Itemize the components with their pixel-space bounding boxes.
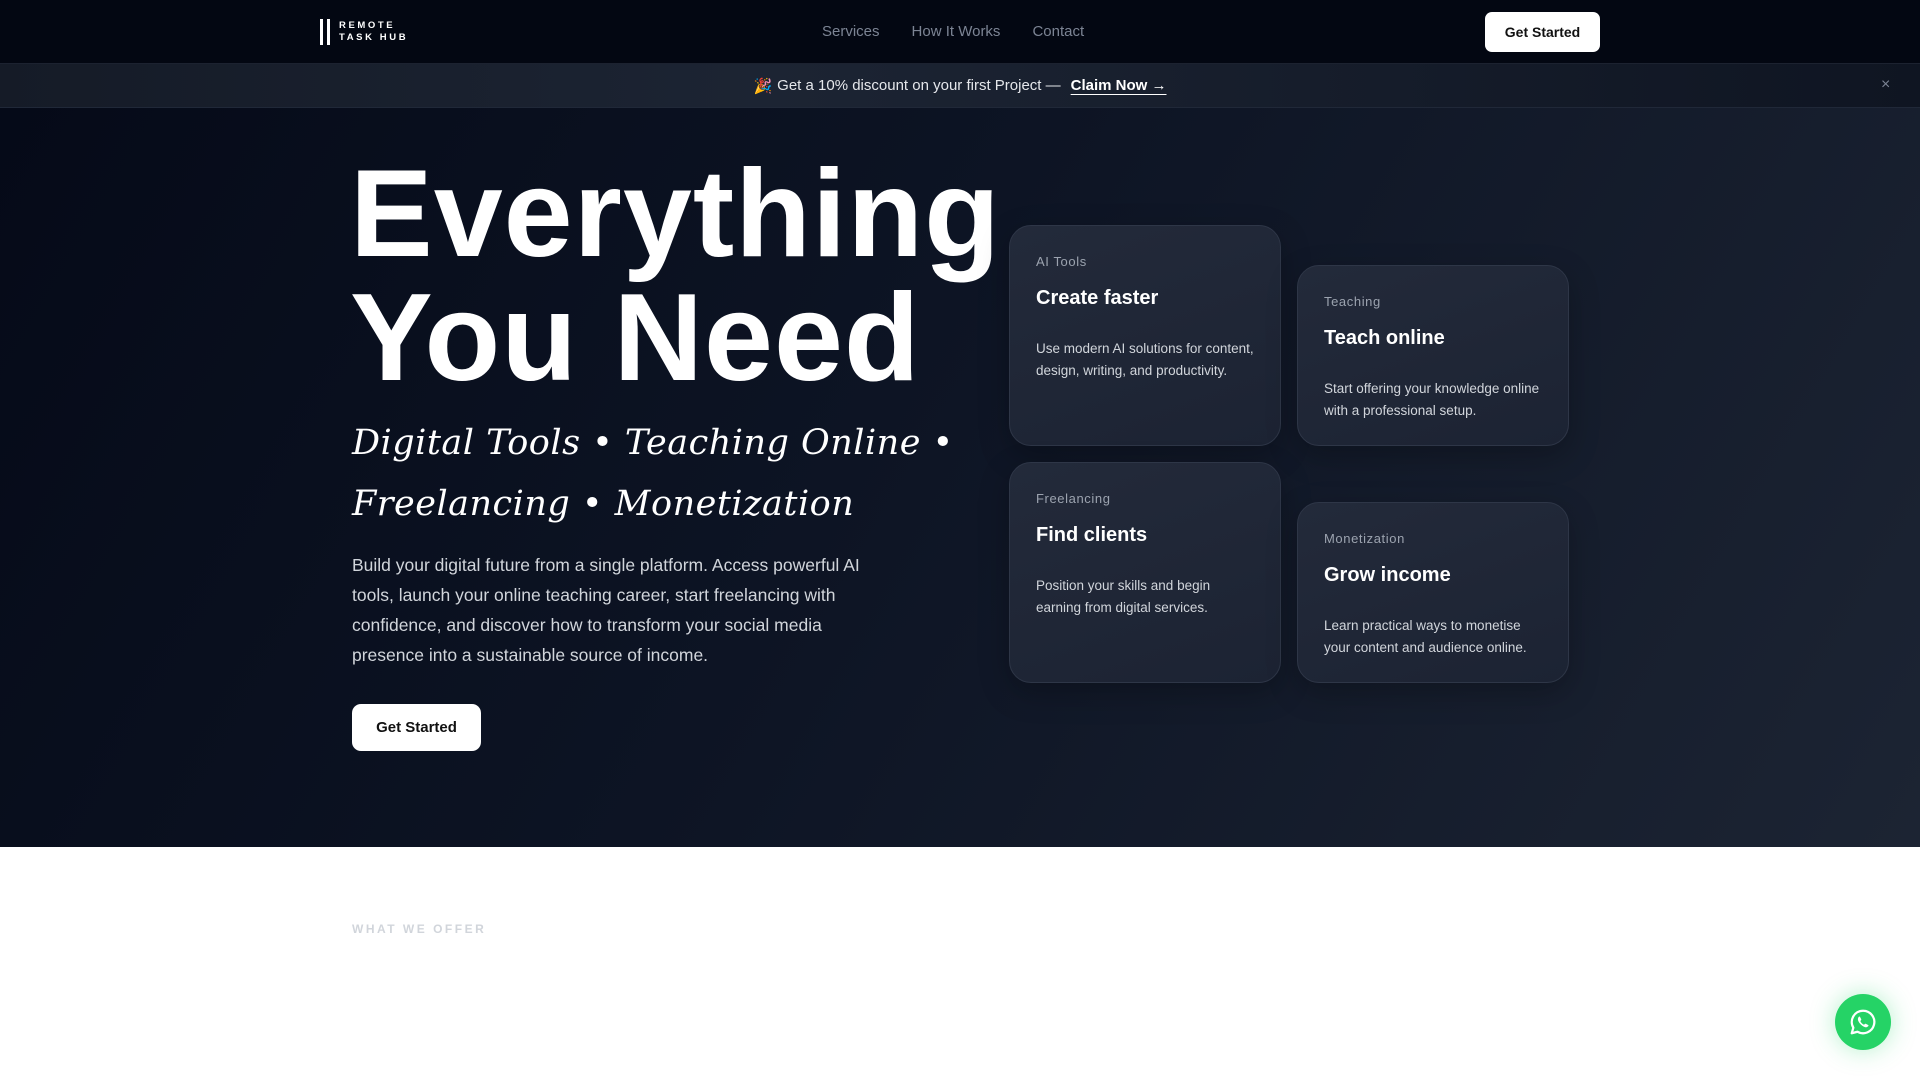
- party-icon: 🎉: [753, 77, 773, 95]
- promo-text: Get a 10% discount on your first Project…: [777, 77, 1061, 94]
- card-description: Position your skills and begin earning f…: [1036, 578, 1211, 615]
- card-category: Teaching: [1324, 294, 1381, 309]
- claim-now-link[interactable]: Claim Now →: [1071, 77, 1167, 94]
- card-description: Learn practical ways to monetise your co…: [1324, 618, 1527, 655]
- card-freelancing[interactable]: Freelancing Find clients Position your s…: [1009, 462, 1281, 683]
- card-title: Create faster: [1036, 287, 1159, 309]
- nav-link-services[interactable]: Services: [822, 23, 880, 40]
- nav-get-started-button[interactable]: Get Started: [1485, 12, 1600, 52]
- whatsapp-button[interactable]: [1835, 994, 1891, 1050]
- card-monetization[interactable]: Monetization Grow income Learn practical…: [1297, 502, 1569, 683]
- hero-title-line-2: You Need: [350, 269, 921, 407]
- card-description: Use modern AI solutions for content, des…: [1036, 341, 1254, 378]
- card-teaching[interactable]: Teaching Teach online Start offering you…: [1297, 265, 1569, 446]
- top-nav: REMOTE TASK HUB Services How It Works Co…: [0, 0, 1920, 64]
- card-title: Grow income: [1324, 564, 1451, 586]
- card-category: AI Tools: [1036, 254, 1087, 269]
- hero-subtitle: Digital Tools • Teaching Online • Freela…: [352, 423, 954, 524]
- logo-line-2: TASK HUB: [339, 32, 409, 43]
- logo-mark-icon: [320, 19, 330, 45]
- hero-title-line-1: Everything: [350, 145, 1001, 283]
- card-title: Find clients: [1036, 524, 1148, 546]
- card-description: Start offering your knowledge online wit…: [1324, 381, 1540, 418]
- card-title: Teach online: [1324, 327, 1445, 349]
- logo[interactable]: REMOTE TASK HUB: [320, 19, 408, 45]
- nav-links: Services How It Works Contact: [822, 23, 1084, 40]
- nav-link-contact[interactable]: Contact: [1032, 23, 1084, 40]
- card-category: Freelancing: [1036, 491, 1111, 506]
- hero-get-started-button[interactable]: Get Started: [352, 704, 481, 751]
- card-category: Monetization: [1324, 531, 1405, 546]
- what-we-offer-label: WHAT WE OFFER: [352, 922, 487, 936]
- close-icon[interactable]: ×: [1881, 76, 1890, 94]
- card-ai-tools[interactable]: AI Tools Create faster Use modern AI sol…: [1009, 225, 1281, 446]
- promo-banner: 🎉 Get a 10% discount on your first Proje…: [0, 64, 1920, 108]
- hero-description: Build your digital future from a single …: [352, 555, 860, 665]
- nav-link-how-it-works[interactable]: How It Works: [912, 23, 1001, 40]
- whatsapp-icon: [1850, 1009, 1876, 1035]
- hero-section: Everything You Need Digital Tools • Teac…: [0, 108, 1920, 847]
- logo-line-1: REMOTE: [339, 20, 396, 31]
- hero-title: Everything You Need: [350, 152, 1001, 400]
